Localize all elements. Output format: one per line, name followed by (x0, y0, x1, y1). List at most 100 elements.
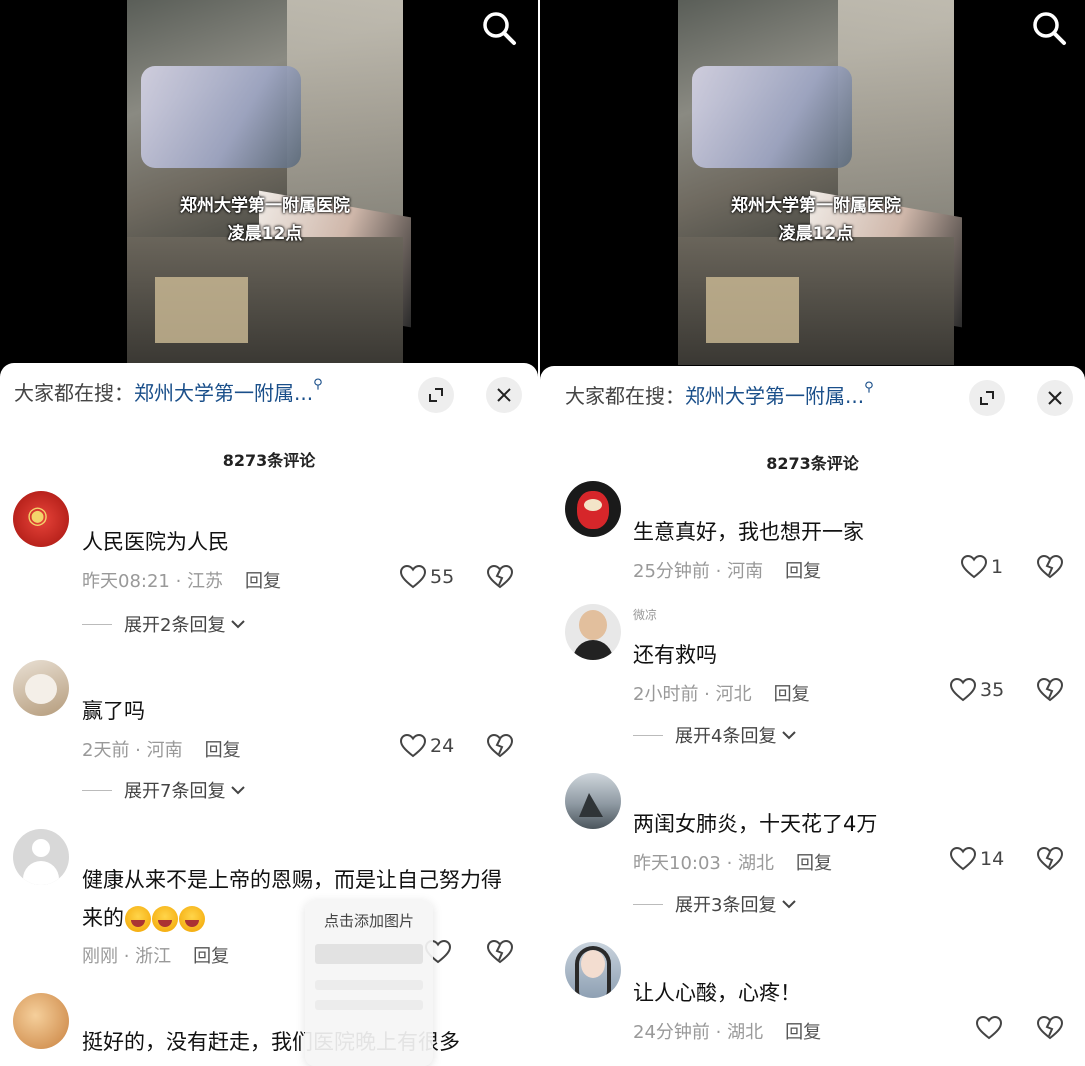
comment-time-location: 2小时前 · 河北 (633, 684, 752, 705)
video-player[interactable]: 郑州大学第一附属医院 凌晨12点 (678, 0, 963, 365)
comments-sheet: 大家都在搜：郑州大学第一附属...⚲ 8273条评论 生意真好，我也想开一家 2… (540, 366, 1085, 1066)
comment-text: 两闺女肺炎，十天花了4万 (633, 812, 878, 836)
avatar[interactable] (565, 604, 621, 660)
broken-heart-icon (1036, 846, 1064, 871)
broken-heart-icon (1036, 1015, 1064, 1040)
trending-search-bar[interactable]: 大家都在搜：郑州大学第一附属...⚲ (565, 380, 874, 409)
caption-line-1: 郑州大学第一附属医院 (180, 196, 350, 216)
dislike-button[interactable] (1036, 846, 1064, 875)
like-count: 1 (991, 556, 1004, 578)
comment-time-location: 2天前 · 河南 (82, 740, 183, 761)
reply-button[interactable]: 回复 (245, 571, 281, 592)
chevron-down-icon (782, 731, 797, 740)
heart-icon (400, 565, 426, 589)
avatar[interactable] (13, 993, 69, 1049)
trending-search-query[interactable]: 郑州大学第一附属... (134, 381, 313, 405)
like-count: 55 (430, 566, 455, 588)
heart-icon (950, 678, 976, 702)
dislike-button[interactable] (486, 733, 514, 762)
search-icon[interactable] (1027, 6, 1071, 50)
comment-text: 健康从来不是上帝的恩赐，而是让自己努力得来的 (82, 861, 512, 937)
comment-meta: 2小时前 · 河北 回复 (633, 680, 810, 706)
dislike-button[interactable] (1036, 1015, 1064, 1044)
like-count: 14 (980, 848, 1005, 870)
dislike-button[interactable] (1036, 554, 1064, 583)
trending-search-prefix: 大家都在搜： (565, 384, 685, 408)
laughing-emoji-icon (125, 906, 151, 932)
broken-heart-icon (1036, 677, 1064, 702)
reply-button[interactable]: 回复 (205, 740, 241, 761)
broken-heart-icon (1036, 554, 1064, 579)
video-frame (678, 0, 963, 365)
expand-replies-label: 展开7条回复 (124, 781, 226, 802)
dislike-button[interactable] (1036, 677, 1064, 706)
comment-time-location: 昨天10:03 · 湖北 (633, 853, 775, 874)
expand-replies-label: 展开4条回复 (675, 726, 777, 747)
caption-line-2: 凌晨12点 (227, 224, 303, 244)
broken-heart-icon (486, 564, 514, 589)
popup-placeholder (315, 944, 423, 964)
like-button[interactable]: 55 (400, 565, 454, 589)
avatar[interactable] (565, 773, 621, 829)
add-image-popup[interactable]: 点击添加图片 (305, 900, 433, 1066)
left-screenshot: 郑州大学第一附属医院 凌晨12点 大家都在搜：郑州大学第一附属...⚲ 8273… (0, 0, 538, 1066)
comment-time-location: 昨天08:21 · 江苏 (82, 571, 224, 592)
comment-meta: 刚刚 · 浙江 回复 (82, 942, 229, 968)
comment-time-location: 25分钟前 · 河南 (633, 561, 764, 582)
expand-replies-label: 展开3条回复 (675, 895, 777, 916)
comment-meta: 2天前 · 河南 回复 (82, 736, 241, 762)
video-player[interactable]: 郑州大学第一附属医院 凌晨12点 (127, 0, 412, 365)
like-button[interactable] (976, 1016, 1002, 1040)
expand-replies-button[interactable]: 展开3条回复 (633, 891, 798, 917)
dislike-button[interactable] (486, 939, 514, 968)
caption-line-1: 郑州大学第一附属医院 (731, 196, 901, 216)
comment-time-location: 24分钟前 · 湖北 (633, 1022, 764, 1043)
chevron-down-icon (231, 786, 246, 795)
like-button[interactable]: 35 (950, 678, 1004, 702)
video-caption: 郑州大学第一附属医院 凌晨12点 (127, 192, 403, 248)
avatar[interactable]: ◉ (13, 491, 69, 547)
close-icon[interactable] (1037, 380, 1073, 416)
trending-search-query[interactable]: 郑州大学第一附属... (685, 384, 864, 408)
like-count: 35 (980, 679, 1005, 701)
comment-count: 8273条评论 (766, 454, 859, 473)
like-button[interactable]: 24 (400, 734, 454, 758)
chevron-down-icon (231, 620, 246, 629)
trending-search-bar[interactable]: 大家都在搜：郑州大学第一附属...⚲ (14, 377, 323, 406)
comment-meta: 24分钟前 · 湖北 回复 (633, 1018, 821, 1044)
avatar[interactable] (565, 942, 621, 998)
popup-placeholder (315, 1000, 423, 1010)
like-button[interactable]: 14 (950, 847, 1004, 871)
close-icon[interactable] (486, 377, 522, 413)
expand-replies-button[interactable]: 展开4条回复 (633, 722, 798, 748)
comment-text: 人民医院为人民 (82, 530, 229, 554)
laughing-emoji-icon (179, 906, 205, 932)
reply-button[interactable]: 回复 (785, 1022, 821, 1043)
comment-meta: 昨天08:21 · 江苏 回复 (82, 567, 281, 593)
expand-replies-button[interactable]: 展开2条回复 (82, 611, 247, 637)
comment-time-location: 刚刚 · 浙江 (82, 946, 172, 967)
comment-meta: 25分钟前 · 河南 回复 (633, 557, 821, 583)
reply-button[interactable]: 回复 (785, 561, 821, 582)
avatar[interactable] (565, 481, 621, 537)
expand-replies-button[interactable]: 展开7条回复 (82, 777, 247, 803)
comment-text: 生意真好，我也想开一家 (633, 520, 864, 544)
reply-button[interactable]: 回复 (193, 946, 229, 967)
comment-username[interactable]: 微凉 (633, 606, 657, 623)
heart-icon (950, 847, 976, 871)
comment-text: 还有救吗 (633, 643, 717, 667)
like-button[interactable]: 1 (961, 555, 1003, 579)
reply-button[interactable]: 回复 (796, 853, 832, 874)
expand-replies-label: 展开2条回复 (124, 615, 226, 636)
avatar[interactable] (13, 660, 69, 716)
reply-button[interactable]: 回复 (774, 684, 810, 705)
avatar[interactable] (13, 829, 69, 885)
dislike-button[interactable] (486, 564, 514, 593)
comment-meta: 昨天10:03 · 湖北 回复 (633, 849, 832, 875)
expand-icon[interactable] (418, 377, 454, 413)
small-search-icon: ⚲ (313, 377, 323, 392)
comment-text: 挺好的，没有赶走，我们医院晚上有很多 (82, 1030, 460, 1054)
search-icon[interactable] (477, 6, 521, 50)
expand-icon[interactable] (969, 380, 1005, 416)
right-screenshot: 郑州大学第一附属医院 凌晨12点 大家都在搜：郑州大学第一附属...⚲ 8273… (540, 0, 1085, 1066)
